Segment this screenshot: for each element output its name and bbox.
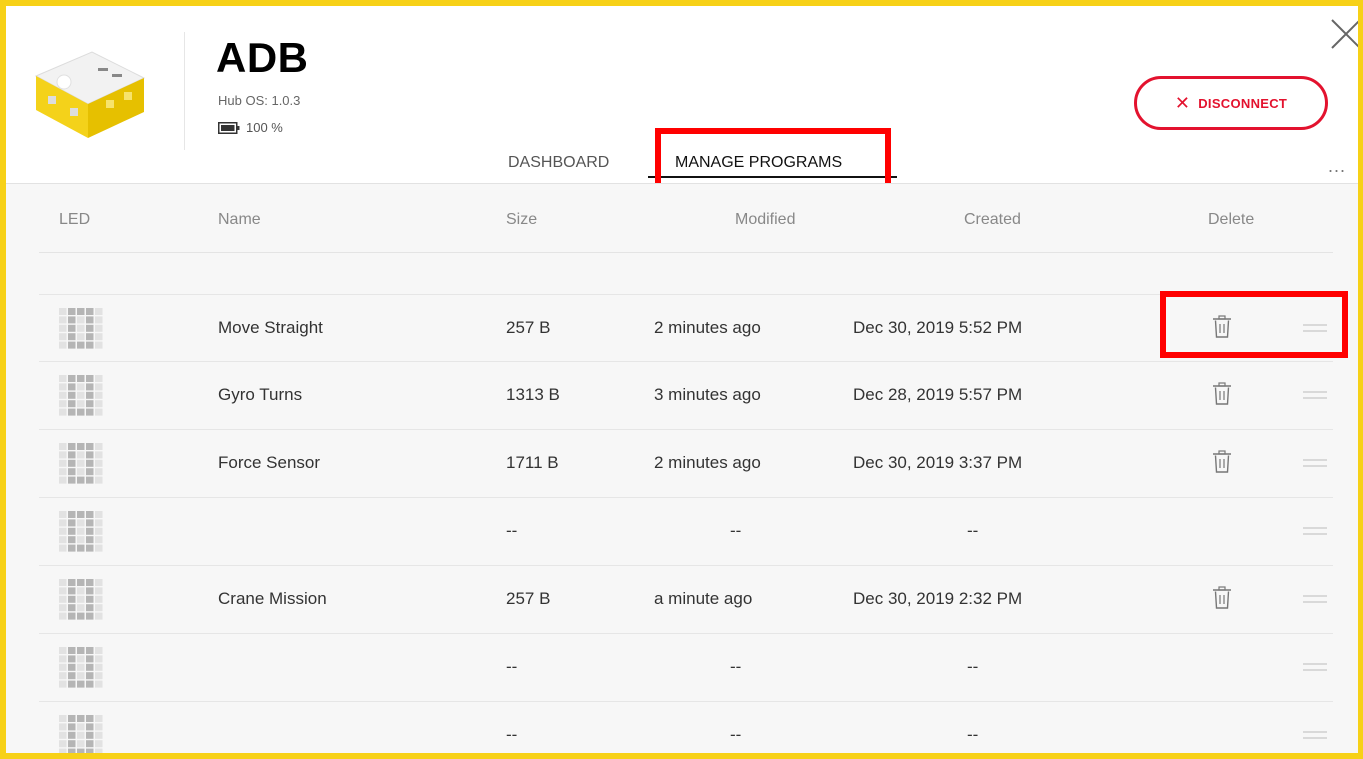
program-row[interactable]: -- -- -- bbox=[39, 634, 1333, 702]
program-created: -- bbox=[967, 521, 979, 540]
drag-handle-icon[interactable] bbox=[1303, 525, 1327, 537]
program-name: Crane Mission bbox=[218, 589, 327, 608]
program-size: -- bbox=[506, 725, 518, 744]
program-size: -- bbox=[506, 521, 518, 540]
col-header-delete: Delete bbox=[1208, 211, 1255, 228]
drag-handle-icon[interactable] bbox=[1303, 729, 1327, 741]
program-size: 1711 B bbox=[506, 453, 559, 472]
hub-image bbox=[34, 51, 146, 138]
header-separator bbox=[39, 252, 1333, 253]
program-created: Dec 30, 2019 2:32 PM bbox=[853, 589, 1023, 608]
program-name: Gyro Turns bbox=[218, 385, 303, 404]
trash-icon[interactable] bbox=[1212, 382, 1232, 406]
program-size: -- bbox=[506, 657, 518, 676]
close-icon[interactable] bbox=[1326, 14, 1363, 54]
battery-level: 100 % bbox=[246, 120, 283, 135]
program-row[interactable]: Crane Mission 257 B a minute ago Dec 30, 20… bbox=[39, 566, 1333, 634]
program-row[interactable]: Move Straight 257 B 2 minutes ago Dec 30, 2… bbox=[39, 294, 1333, 362]
battery-status: 100 % bbox=[218, 120, 283, 135]
program-modified: -- bbox=[730, 657, 742, 676]
col-header-size: Size bbox=[506, 211, 538, 228]
program-created: Dec 30, 2019 3:37 PM bbox=[853, 453, 1023, 472]
led-matrix-icon bbox=[59, 579, 103, 620]
trash-icon[interactable] bbox=[1212, 450, 1232, 474]
program-name: Force Sensor bbox=[218, 453, 321, 472]
programs-panel: LED Name Size Modified Created Delete Mo… bbox=[6, 184, 1358, 753]
program-size: 257 B bbox=[506, 589, 551, 608]
program-row[interactable]: -- -- -- bbox=[39, 702, 1333, 753]
program-modified: 2 minutes ago bbox=[654, 453, 761, 472]
program-created: -- bbox=[967, 657, 979, 676]
drag-handle-icon[interactable] bbox=[1303, 593, 1327, 605]
col-header-created: Created bbox=[964, 211, 1021, 228]
col-header-modified: Modified bbox=[735, 211, 796, 228]
close-small-icon: ✕ bbox=[1174, 93, 1191, 113]
more-options-icon[interactable]: ... bbox=[1328, 156, 1346, 177]
program-row[interactable]: Force Sensor 1711 B 2 minutes ago Dec 30, 2… bbox=[39, 430, 1333, 498]
drag-handle-icon[interactable] bbox=[1303, 661, 1327, 673]
program-created: -- bbox=[967, 725, 979, 744]
header-divider bbox=[184, 32, 185, 150]
col-header-name: Name bbox=[218, 211, 261, 228]
led-matrix-icon bbox=[59, 511, 103, 552]
led-matrix-icon bbox=[59, 647, 103, 688]
program-list: Move Straight 257 B 2 minutes ago Dec 30, 2… bbox=[39, 294, 1333, 753]
disconnect-label: DISCONNECT bbox=[1198, 95, 1288, 111]
program-created: Dec 30, 2019 5:52 PM bbox=[853, 318, 1023, 337]
program-size: 257 B bbox=[506, 318, 551, 337]
program-modified: a minute ago bbox=[654, 589, 753, 608]
disconnect-button[interactable]: ✕ DISCONNECT bbox=[1134, 76, 1328, 130]
led-matrix-icon bbox=[59, 308, 103, 349]
program-row[interactable]: -- -- -- bbox=[39, 498, 1333, 566]
drag-handle-icon[interactable] bbox=[1303, 389, 1327, 401]
drag-handle-icon[interactable] bbox=[1303, 457, 1327, 469]
led-matrix-icon bbox=[59, 375, 103, 416]
program-size: 1313 B bbox=[506, 385, 560, 404]
led-matrix-icon bbox=[59, 715, 103, 753]
program-modified: -- bbox=[730, 725, 742, 744]
hub-name: ADB bbox=[216, 34, 309, 81]
led-matrix-icon bbox=[59, 443, 103, 484]
hub-os-version: Hub OS: 1.0.3 bbox=[218, 93, 301, 108]
program-modified: 2 minutes ago bbox=[654, 318, 761, 337]
program-row[interactable]: Gyro Turns 1313 B 3 minutes ago Dec 28, 201… bbox=[39, 362, 1333, 430]
tab-dashboard[interactable]: DASHBOARD bbox=[508, 154, 609, 172]
hub-connection-window: ADB Hub OS: 1.0.3 100 % ✕ DISCONNECT DAS… bbox=[0, 0, 1363, 759]
trash-icon[interactable] bbox=[1212, 586, 1232, 610]
program-modified: -- bbox=[730, 521, 742, 540]
battery-icon bbox=[218, 121, 240, 134]
program-name: Move Straight bbox=[218, 318, 323, 337]
program-created: Dec 28, 2019 5:57 PM bbox=[853, 385, 1023, 404]
table-header: LED Name Size Modified Created Delete bbox=[6, 184, 1358, 252]
hub-header: ADB Hub OS: 1.0.3 100 % ✕ DISCONNECT DAS… bbox=[6, 6, 1358, 200]
col-header-led: LED bbox=[59, 211, 91, 228]
program-modified: 3 minutes ago bbox=[654, 385, 761, 404]
highlight-box-delete bbox=[1160, 291, 1348, 358]
